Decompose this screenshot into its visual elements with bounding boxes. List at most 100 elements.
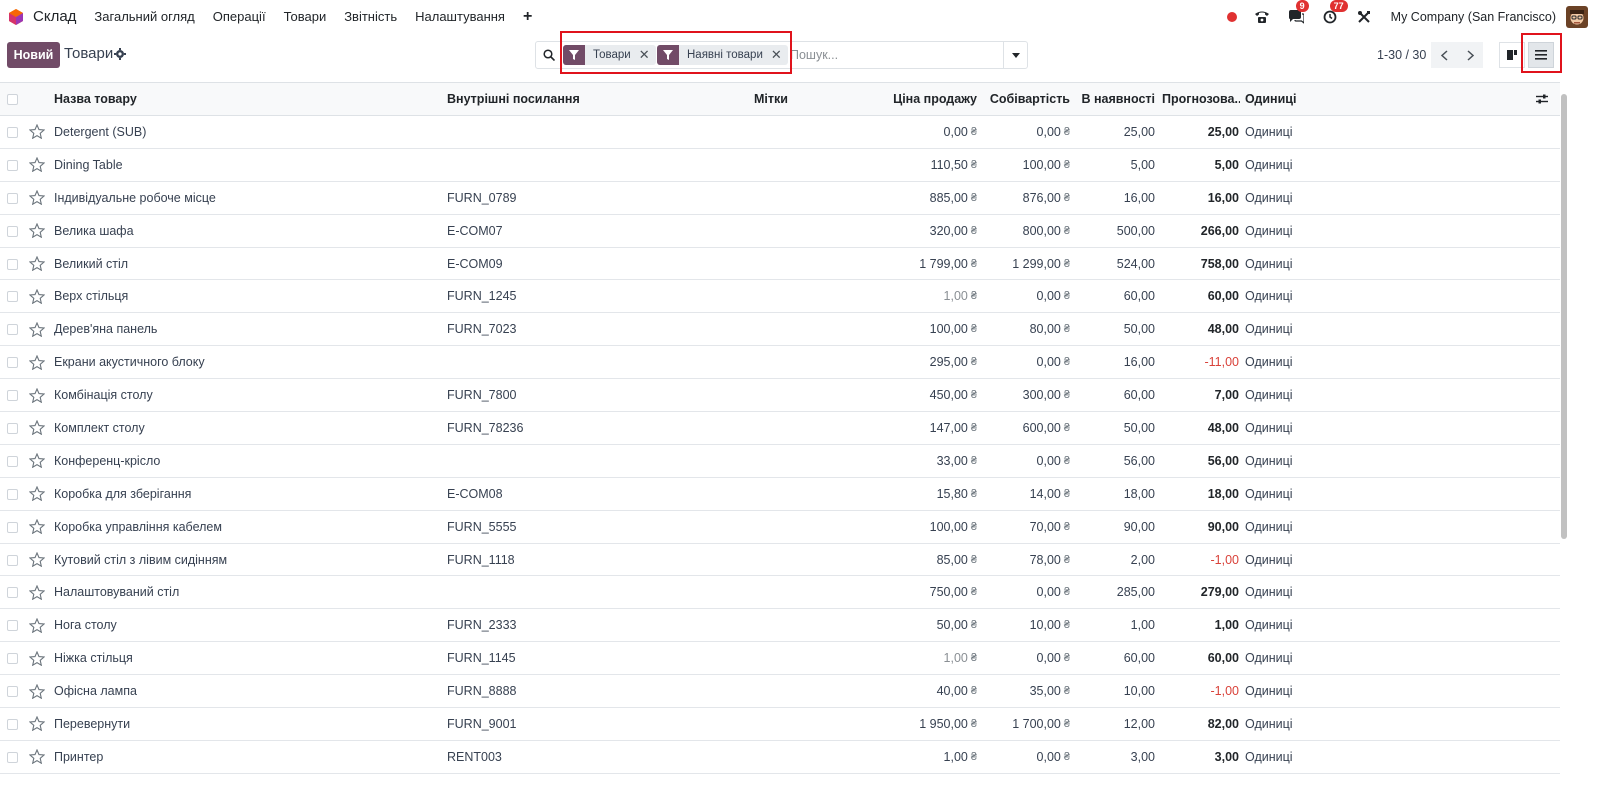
row-checkbox[interactable] bbox=[7, 686, 18, 698]
row-checkbox[interactable] bbox=[7, 587, 18, 599]
product-name[interactable]: Налаштовуваний стіл bbox=[54, 576, 434, 608]
product-name[interactable]: Велика шафа bbox=[54, 215, 434, 247]
product-name[interactable]: Коробка управління кабелем bbox=[54, 511, 434, 543]
pager-value[interactable]: 1-30 / 30 bbox=[1377, 48, 1426, 62]
add-menu-icon[interactable]: + bbox=[523, 8, 532, 26]
star-icon[interactable] bbox=[29, 248, 47, 280]
col-onhand-header[interactable]: В наявності bbox=[1076, 83, 1155, 115]
product-name[interactable]: Верх стільця bbox=[54, 280, 434, 312]
list-view-icon[interactable] bbox=[1528, 42, 1554, 68]
col-ref-header[interactable]: Внутрішні посилання bbox=[447, 83, 737, 115]
table-row[interactable]: Великий стіл E-COM09 1 799,00 ₴ 1 299,00 ₴ 524… bbox=[0, 248, 1560, 281]
table-row[interactable]: Індивідуальне робоче місце FURN_0789 885,0… bbox=[0, 182, 1560, 215]
star-icon[interactable] bbox=[29, 215, 47, 247]
column-settings-icon[interactable] bbox=[1536, 83, 1550, 115]
row-checkbox[interactable] bbox=[7, 620, 18, 632]
star-icon[interactable] bbox=[29, 675, 47, 707]
row-checkbox[interactable] bbox=[7, 390, 18, 402]
star-icon[interactable] bbox=[29, 182, 47, 214]
remove-facet-icon[interactable]: ✕ bbox=[639, 47, 656, 63]
table-row[interactable]: Налаштовуваний стіл 750,00 ₴ 0,00 ₴ 285,00 279… bbox=[0, 576, 1560, 610]
vertical-scrollbar[interactable] bbox=[1560, 82, 1568, 786]
row-checkbox[interactable] bbox=[7, 455, 18, 467]
table-row[interactable]: Перевернути FURN_9001 1 950,00 ₴ 1 700,00 ₴ 12… bbox=[0, 708, 1560, 741]
table-row[interactable]: Принтер RENT003 1,00 ₴ 0,00 ₴ 3,00 3,00 Одиниці bbox=[0, 741, 1560, 774]
table-row[interactable]: Велика шафа E-COM07 320,00 ₴ 800,00 ₴ 500,00 26… bbox=[0, 215, 1560, 248]
row-checkbox[interactable] bbox=[7, 554, 18, 566]
gear-icon[interactable] bbox=[114, 48, 126, 60]
new-button[interactable]: Новий bbox=[7, 42, 60, 68]
table-row[interactable]: Ніжка стільця FURN_1145 1,00 ₴ 0,00 ₴ 60,00 60,… bbox=[0, 642, 1560, 676]
row-checkbox[interactable] bbox=[7, 751, 18, 763]
col-cost-header[interactable]: Собівартість bbox=[985, 83, 1070, 115]
chevron-down-icon[interactable] bbox=[1003, 42, 1027, 68]
star-icon[interactable] bbox=[29, 741, 47, 773]
remove-facet-icon[interactable]: ✕ bbox=[771, 47, 788, 63]
star-icon[interactable] bbox=[29, 708, 47, 740]
row-checkbox[interactable] bbox=[7, 521, 18, 533]
product-name[interactable]: Комплект столу bbox=[54, 412, 434, 444]
col-price-header[interactable]: Ціна продажу bbox=[860, 83, 977, 115]
table-row[interactable]: Кутовий стіл з лівим сидінням FURN_1118 85… bbox=[0, 544, 1560, 577]
product-name[interactable]: Ніжка стільця bbox=[54, 642, 434, 674]
star-icon[interactable] bbox=[29, 379, 47, 411]
star-icon[interactable] bbox=[29, 313, 47, 345]
product-name[interactable]: Конференц-крісло bbox=[54, 445, 434, 477]
inventory-app-icon[interactable] bbox=[7, 8, 25, 26]
row-checkbox[interactable] bbox=[7, 225, 18, 237]
scrollbar-thumb[interactable] bbox=[1561, 94, 1567, 539]
tools-icon[interactable] bbox=[1353, 6, 1375, 28]
star-icon[interactable] bbox=[29, 511, 47, 543]
row-checkbox[interactable] bbox=[7, 258, 18, 270]
product-name[interactable]: Кутовий стіл з лівим сидінням bbox=[54, 544, 434, 576]
menu-overview[interactable]: Загальний огляд bbox=[94, 9, 194, 24]
app-name[interactable]: Склад bbox=[33, 8, 76, 25]
star-icon[interactable] bbox=[29, 478, 47, 510]
table-row[interactable]: Комбінація столу FURN_7800 450,00 ₴ 300,00 ₴ 6… bbox=[0, 379, 1560, 413]
star-icon[interactable] bbox=[29, 544, 47, 576]
table-row[interactable]: Комплект столу FURN_78236 147,00 ₴ 600,00 ₴ 50… bbox=[0, 412, 1560, 445]
product-name[interactable]: Комбінація столу bbox=[54, 379, 434, 411]
product-name[interactable]: Нога столу bbox=[54, 609, 434, 641]
star-icon[interactable] bbox=[29, 609, 47, 641]
user-avatar[interactable] bbox=[1566, 5, 1588, 28]
row-checkbox[interactable] bbox=[7, 159, 18, 171]
product-name[interactable]: Індивідуальне робоче місце bbox=[54, 182, 434, 214]
row-checkbox[interactable] bbox=[7, 488, 18, 500]
table-row[interactable]: Екрани акустичного блоку 295,00 ₴ 0,00 ₴ 16,0… bbox=[0, 346, 1560, 380]
row-checkbox[interactable] bbox=[7, 192, 18, 204]
select-all-checkbox[interactable] bbox=[7, 94, 18, 105]
product-name[interactable]: Екрани акустичного блоку bbox=[54, 346, 434, 378]
table-row[interactable]: Конференц-крісло 33,00 ₴ 0,00 ₴ 56,00 56,00 Оди… bbox=[0, 445, 1560, 478]
company-switcher[interactable]: My Company (San Francisco) bbox=[1391, 10, 1556, 24]
row-checkbox[interactable] bbox=[7, 127, 18, 138]
star-icon[interactable] bbox=[29, 346, 47, 378]
row-checkbox[interactable] bbox=[7, 357, 18, 369]
table-row[interactable]: Dining Table 110,50 ₴ 100,00 ₴ 5,00 5,00 Одиниц… bbox=[0, 149, 1560, 182]
product-name[interactable]: Великий стіл bbox=[54, 248, 434, 280]
phone-icon[interactable] bbox=[1251, 6, 1273, 28]
product-name[interactable]: Дерев'яна панель bbox=[54, 313, 434, 345]
star-icon[interactable] bbox=[29, 445, 47, 477]
star-icon[interactable] bbox=[29, 280, 47, 312]
table-row[interactable]: Коробка управління кабелем FURN_5555 100,0… bbox=[0, 511, 1560, 544]
col-name-header[interactable]: Назва товару bbox=[54, 83, 434, 115]
table-row[interactable]: Верх стільця FURN_1245 1,00 ₴ 0,00 ₴ 60,00 60,0… bbox=[0, 280, 1560, 314]
product-name[interactable]: Принтер bbox=[54, 741, 434, 773]
search-input[interactable] bbox=[788, 45, 998, 65]
kanban-view-icon[interactable] bbox=[1499, 42, 1525, 68]
product-name[interactable]: Detergent (SUB) bbox=[54, 116, 434, 148]
star-icon[interactable] bbox=[29, 149, 47, 181]
menu-operations[interactable]: Операції bbox=[213, 9, 266, 24]
table-row[interactable]: Коробка для зберігання E-COM08 15,80 ₴ 14,00… bbox=[0, 478, 1560, 511]
table-row[interactable]: Офісна лампа FURN_8888 40,00 ₴ 35,00 ₴ 10,00 -1… bbox=[0, 675, 1560, 709]
col-uom-header[interactable]: Одиниці bbox=[1245, 83, 1325, 115]
product-name[interactable]: Dining Table bbox=[54, 149, 434, 181]
product-name[interactable]: Офісна лампа bbox=[54, 675, 434, 707]
pager-previous-icon[interactable] bbox=[1431, 42, 1457, 68]
messages-icon[interactable]: 9 bbox=[1285, 0, 1309, 28]
col-forecast-header[interactable]: Прогнозова... bbox=[1162, 83, 1240, 115]
status-indicator[interactable] bbox=[1226, 11, 1237, 22]
row-checkbox[interactable] bbox=[7, 423, 18, 435]
menu-reporting[interactable]: Звітність bbox=[344, 9, 397, 24]
